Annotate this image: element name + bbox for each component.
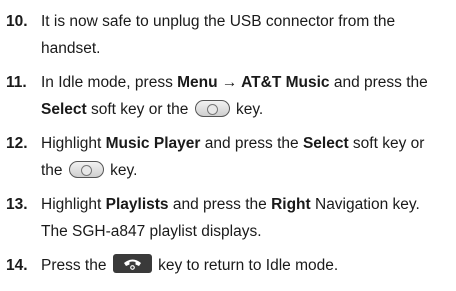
step-number: 10. [6, 13, 28, 30]
att-music-label: AT&T Music [241, 74, 330, 91]
step-text-line: Select soft key or the key. [41, 100, 264, 118]
step-text-line: Highlight Playlists and press the Right … [41, 196, 420, 213]
select-center-key-icon [194, 100, 230, 118]
select-label: Select [302, 135, 349, 152]
step-text-line: It is now safe to unplug the USB connect… [41, 13, 396, 30]
select-center-key-icon [68, 161, 104, 179]
step-text-line: Press the key to return to Idle mode. [41, 252, 338, 279]
right-label: Right [271, 196, 311, 213]
step-text-line: In Idle mode, press Menu → AT&T Music an… [41, 74, 428, 91]
menu-label: Menu [177, 74, 218, 91]
step-text-line: The SGH-a847 playlist displays. [41, 223, 262, 240]
end-power-key-icon [112, 254, 152, 274]
step-number: 11. [6, 74, 27, 91]
music-player-label: Music Player [105, 135, 201, 152]
playlists-label: Playlists [105, 196, 169, 213]
step-text-line: handset. [41, 40, 101, 57]
select-label: Select [41, 101, 87, 118]
step-number: 13. [6, 196, 28, 213]
step-text-line: Highlight Music Player and press the Sel… [41, 135, 425, 152]
step-text-line: the key. [41, 161, 138, 179]
step-number: 12. [6, 135, 28, 152]
step-number: 14. [6, 257, 28, 274]
